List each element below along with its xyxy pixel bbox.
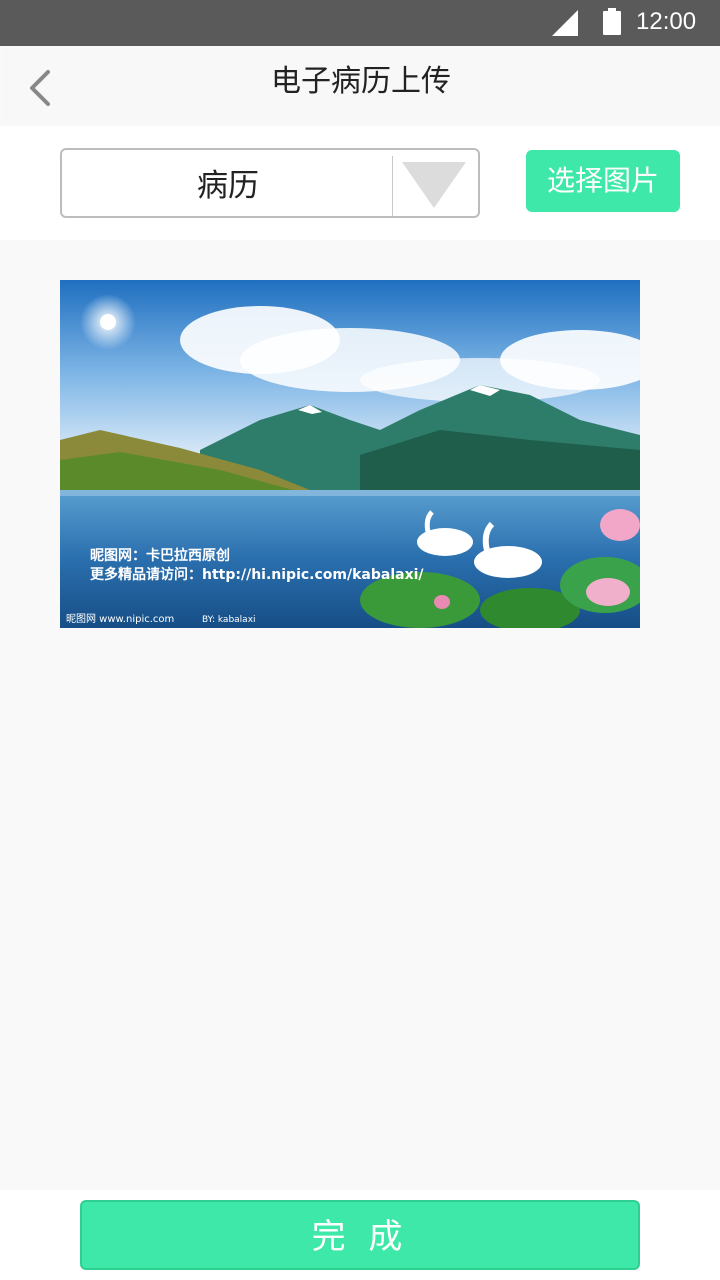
footer-bar: 完 成 <box>0 1190 720 1280</box>
landscape-image: 昵图网：卡巴拉西原创 更多精品请访问：http://hi.nipic.com/k… <box>60 280 640 628</box>
upload-controls: 病历 选择图片 <box>0 126 720 240</box>
cell-signal-icon <box>552 10 578 36</box>
category-select-value: 病历 <box>197 168 259 204</box>
uploaded-image-preview[interactable]: 昵图网：卡巴拉西原创 更多精品请访问：http://hi.nipic.com/k… <box>60 280 640 628</box>
watermark-line2: 更多精品请访问：http://hi.nipic.com/kabalaxi/ <box>90 566 424 583</box>
select-divider <box>392 156 393 216</box>
choose-image-button[interactable]: 选择图片 <box>526 150 680 212</box>
status-bar: 12:00 <box>0 0 720 46</box>
status-time: 12:00 <box>636 8 697 35</box>
header-bar: 电子病历上传 <box>2 46 720 126</box>
battery-icon <box>603 8 621 35</box>
watermark-line1: 昵图网：卡巴拉西原创 <box>90 547 230 564</box>
triangle-down-icon <box>402 162 466 208</box>
page-title: 电子病历上传 <box>271 64 451 99</box>
category-select[interactable]: 病历 <box>60 148 480 218</box>
watermark-author: BY: kabalaxi <box>202 615 256 625</box>
done-button[interactable]: 完 成 <box>80 1200 640 1270</box>
watermark-logo: 昵图网 www.nipic.com <box>66 613 174 625</box>
